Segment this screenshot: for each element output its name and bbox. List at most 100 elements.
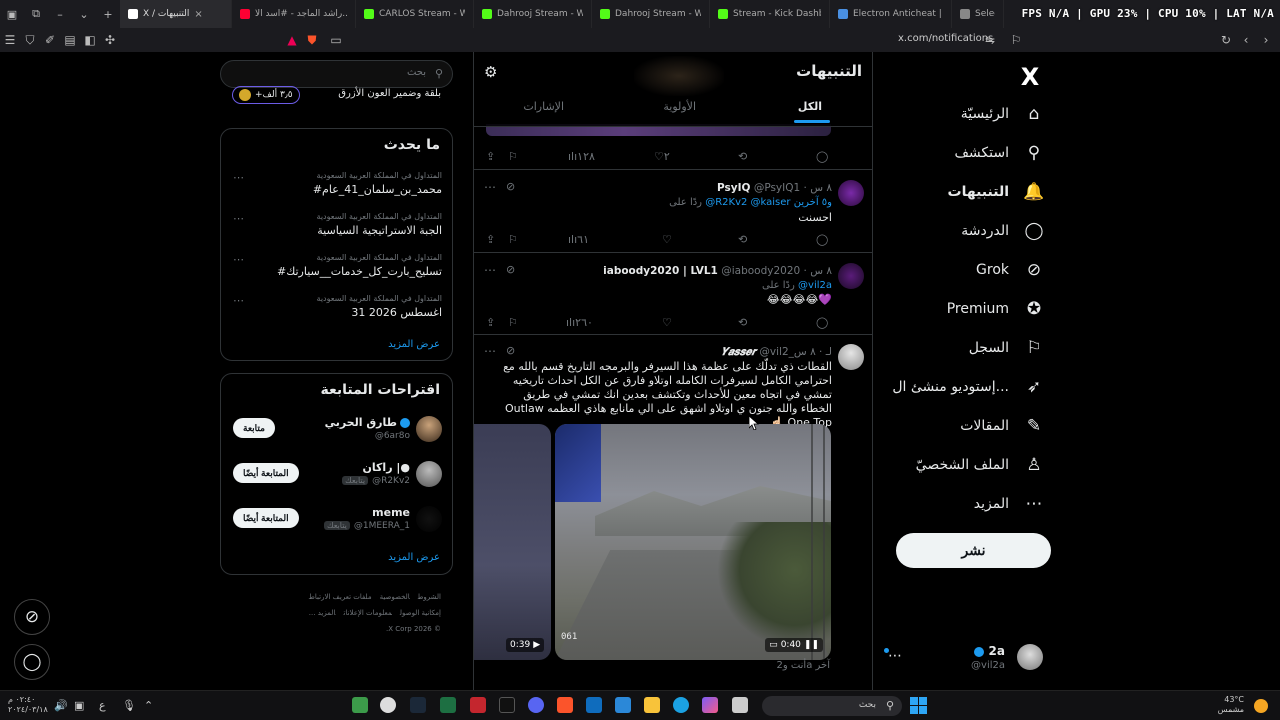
reply-icon[interactable]: ◯ — [816, 233, 828, 246]
post-media[interactable]: 0:39 ▶ 061 ▭ 0:40 ❚❚ — [474, 424, 831, 660]
footer-link[interactable]: معلومات الإعلانات — [344, 609, 392, 617]
avatar[interactable] — [838, 263, 864, 289]
repost-icon[interactable]: ⟲ — [738, 316, 747, 329]
promo-pill[interactable]: +٣٫٥ ألف — [232, 86, 300, 104]
video-player[interactable]: 061 ▭ 0:40 ❚❚ — [555, 424, 831, 660]
trend-item[interactable]: المتداول في المملكة العربية السعودية اغسط… — [221, 294, 454, 334]
avatar[interactable] — [416, 506, 442, 532]
network-icon[interactable]: ▣ — [74, 699, 84, 712]
shield-icon[interactable]: ⛉ — [20, 28, 40, 52]
avatar[interactable] — [838, 180, 864, 206]
avatar[interactable] — [416, 461, 442, 487]
browser-tab[interactable]: Stream - Kick Dashboard — [710, 0, 830, 28]
bookmark-icon[interactable]: ⚐ — [508, 316, 518, 329]
nav-item-profile[interactable]: الملف الشخصيّ ♙ — [916, 450, 1045, 480]
site-settings-icon[interactable]: ⇋ — [980, 28, 1000, 52]
account-switcher[interactable]: 2a @vil2a ⋯ — [880, 642, 1055, 678]
store-icon[interactable] — [615, 697, 631, 713]
more-icon[interactable]: ⋯ — [484, 263, 496, 277]
mention-link[interactable]: @vil2a — [798, 280, 832, 291]
post-author-line[interactable]: PsyIQ @PsyIQ1 · ٨ س — [717, 182, 832, 194]
browser-tab[interactable]: Select ... — [952, 0, 1004, 28]
browser-tab[interactable]: X / التنبيهات × — [120, 0, 232, 28]
messages-fab-icon[interactable]: ◯ — [14, 644, 50, 680]
forward-icon[interactable]: › — [1256, 28, 1276, 52]
views-count[interactable]: ılı ٦١ — [568, 233, 589, 246]
share-icon[interactable]: ⇪ — [486, 150, 495, 163]
post-author-line[interactable]: iaboody2020 | LVL1 @iaboody2020 · ٨ س — [603, 265, 832, 277]
pin-icon[interactable]: ✐ — [40, 28, 60, 52]
sidebar-menu-icon[interactable]: ☰ — [0, 28, 20, 52]
nav-item-rocket[interactable]: إستوديو منشئ ال... ➶ — [892, 372, 1045, 402]
bookmark-icon[interactable]: ⚐ — [508, 233, 518, 246]
app-icon[interactable] — [470, 697, 486, 713]
grok-icon[interactable]: ⊘ — [506, 344, 515, 357]
share-icon[interactable]: ⇪ — [486, 233, 495, 246]
url-field[interactable]: x.com/notifications — [898, 33, 993, 44]
bookmark-star-icon[interactable]: ⚐ — [1006, 28, 1026, 52]
brave-icon[interactable] — [557, 697, 573, 713]
views-count[interactable]: ılı ١٢٨ — [568, 150, 595, 163]
video-thumbnail[interactable]: 0:39 ▶ — [474, 424, 551, 660]
browser-tab[interactable]: CARLOS Stream - Wa... — [356, 0, 474, 28]
edge-icon[interactable] — [673, 697, 689, 713]
mention-link[interactable]: @R2Kv2 @kaiser — [705, 197, 790, 208]
nav-item-grok[interactable]: Grok ⊘ — [976, 255, 1045, 285]
browser-tab[interactable]: Dahrooj Stream - Watch Li... — [592, 0, 710, 28]
grok-icon[interactable]: ⊘ — [506, 180, 515, 193]
volume-icon[interactable]: 🔊 — [54, 699, 68, 712]
window-menu-icon[interactable]: ▣ — [0, 0, 24, 28]
weather-widget[interactable]: 43°C مشمس — [1218, 695, 1244, 715]
tab-list-icon[interactable]: ⌄ — [72, 0, 96, 28]
share-icon[interactable]: ⇪ — [486, 316, 495, 329]
nav-item-more[interactable]: المزيد ⋯ — [974, 489, 1045, 519]
footer-link[interactable]: المزيد ... — [309, 609, 336, 617]
minimize-icon[interactable]: – — [48, 0, 72, 28]
nav-item-bookmark[interactable]: السجل ⚐ — [969, 333, 1045, 363]
reload-icon[interactable]: ↻ — [1216, 28, 1236, 52]
follow-button[interactable]: متابعة — [233, 418, 275, 438]
back-icon[interactable]: ‹ — [1236, 28, 1256, 52]
new-tab-button[interactable]: + — [96, 0, 120, 28]
tab-mentions[interactable]: الإشارات — [523, 100, 564, 113]
language-indicator[interactable]: ع — [99, 699, 106, 712]
suggestion-name[interactable]: راكان |● — [363, 461, 410, 474]
vpn-icon[interactable]: ▲ — [282, 28, 302, 52]
app-icon[interactable] — [499, 697, 515, 713]
nav-item-article[interactable]: المقالات ✎ — [960, 411, 1045, 441]
close-tab-icon[interactable]: × — [194, 9, 202, 20]
sidebar-toggle-icon[interactable]: ◧ — [80, 28, 100, 52]
nav-item-premium[interactable]: Premium ✪ — [947, 294, 1045, 324]
nav-item-home[interactable]: الرئيسيّة ⌂ — [961, 99, 1045, 129]
windows-start-icon[interactable] — [910, 697, 927, 714]
app-icon[interactable] — [352, 697, 368, 713]
show-more-link[interactable]: عرض المزيد — [388, 552, 440, 563]
avatar[interactable] — [416, 416, 442, 442]
follow-suggestion[interactable]: طارق الحربي @6ar8o متابعة — [221, 414, 454, 456]
footer-link[interactable]: ملفات تعريف الارتباط — [308, 593, 371, 601]
repost-icon[interactable]: ⟲ — [738, 150, 747, 163]
outlook-icon[interactable] — [586, 697, 602, 713]
tabs-icon[interactable]: ▤ — [60, 28, 80, 52]
trend-item[interactable]: المتداول في المملكة العربية السعودية #تسل… — [221, 253, 454, 293]
suggestion-name[interactable]: طارق الحربي — [325, 416, 410, 429]
follow-suggestion[interactable]: راكان |● يتابعك @R2Kv2 المتابعة أيضًا — [221, 459, 454, 501]
trend-item[interactable]: المتداول في المملكة العربية السعودية #محم… — [221, 171, 454, 211]
more-icon[interactable]: ⋯ — [888, 648, 902, 664]
extensions-icon[interactable]: ✣ — [100, 28, 120, 52]
restore-icon[interactable]: ⧉ — [24, 0, 48, 28]
follow-suggestion[interactable]: meme يتابعك @1MEERA_1 المتابعة أيضًا — [221, 504, 454, 546]
grok-fab-icon[interactable]: ⊘ — [14, 599, 50, 635]
task-view-icon[interactable] — [732, 697, 748, 713]
follow-button[interactable]: المتابعة أيضًا — [233, 463, 299, 483]
more-icon[interactable]: ⋯ — [233, 294, 244, 307]
suggestion-name[interactable]: meme — [372, 506, 410, 519]
more-icon[interactable]: ⋯ — [233, 253, 244, 266]
more-icon[interactable]: ⋯ — [233, 171, 244, 184]
show-more-link[interactable]: عرض المزيد — [388, 339, 440, 350]
bookmark-icon[interactable]: ⚐ — [508, 150, 518, 163]
folder-icon[interactable] — [644, 697, 660, 713]
trend-item[interactable]: المتداول في المملكة العربية السعودية الجب… — [221, 212, 454, 252]
repost-icon[interactable]: ⟲ — [738, 233, 747, 246]
footer-link[interactable]: إمكانية الوصول — [400, 609, 441, 617]
